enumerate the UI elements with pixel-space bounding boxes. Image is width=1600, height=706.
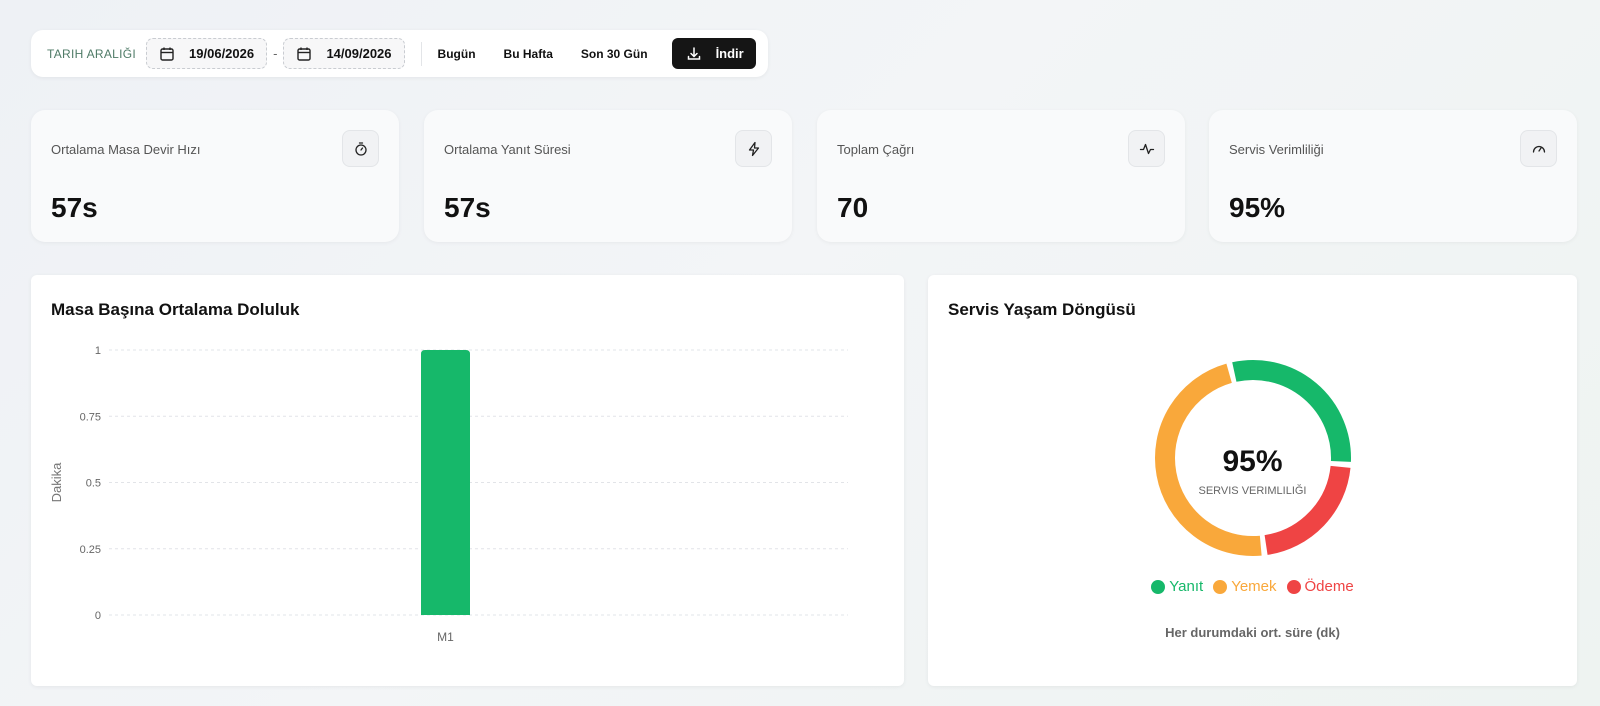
legend-swatch <box>1151 579 1166 594</box>
stat-label: Ortalama Yanıt Süresi <box>444 142 571 157</box>
download-icon <box>687 46 700 60</box>
legend-item[interactable]: Yemek <box>1213 578 1277 595</box>
stat-value: 57s <box>444 192 491 223</box>
stat-label: Toplam Çağrı <box>837 142 915 157</box>
toolbar-divider <box>420 41 422 66</box>
donut-legend: Yanıt Yemek Ödeme <box>928 578 1577 595</box>
lightning-icon <box>735 130 772 167</box>
lifecycle-chart-panel: Servis Yaşam Döngüsü 95% SERVIS VERIMLIL… <box>928 275 1577 686</box>
calendar-icon <box>297 47 312 61</box>
legend-label: Yemek <box>1231 578 1277 595</box>
date-range-label: TARIH ARALIĞI <box>47 46 137 61</box>
x-tick-label: M1 <box>437 630 454 644</box>
stat-card-total-calls: Toplam Çağrı 70 <box>817 110 1185 242</box>
legend-label: Yanıt <box>1169 578 1204 595</box>
legend-item[interactable]: Ödeme <box>1286 578 1354 595</box>
stat-card-response-time: Ortalama Yanıt Süresi 57s <box>424 110 792 242</box>
quick-range-last-30-days[interactable]: Son 30 Gün <box>581 47 648 61</box>
stat-value: 95% <box>1229 192 1286 223</box>
donut-center-label: SERVIS VERIMLILIĞI <box>1198 485 1307 497</box>
start-date-value: 19/06/2026 <box>189 46 255 61</box>
stat-card-table-turnover: Ortalama Masa Devir Hızı 57s <box>31 110 399 242</box>
stat-value: 70 <box>837 192 869 223</box>
donut-center-value: 95% <box>1222 445 1283 478</box>
y-tick-label: 0.25 <box>80 544 101 556</box>
date-separator: - <box>273 46 278 61</box>
stat-label: Servis Verimliliği <box>1229 142 1324 157</box>
stat-label: Ortalama Masa Devir Hızı <box>51 142 201 157</box>
legend-swatch <box>1213 579 1228 594</box>
gauge-icon <box>1520 130 1557 167</box>
y-axis-label: Dakika <box>49 462 64 503</box>
quick-range-this-week[interactable]: Bu Hafta <box>504 47 553 61</box>
download-button[interactable]: İndir <box>671 38 756 69</box>
donut-footnote: Her durumdaki ort. süre (dk) <box>1165 625 1340 640</box>
stopwatch-icon <box>342 130 379 167</box>
occupancy-bar-chart: 0 0.25 0.5 0.75 1 Dakika M1 <box>49 345 848 644</box>
end-date-value: 14/09/2026 <box>326 46 392 61</box>
y-tick-label: 1 <box>95 345 101 357</box>
activity-icon <box>1128 130 1165 167</box>
end-date-picker[interactable]: 14/09/2026 <box>283 38 405 69</box>
y-tick-label: 0.75 <box>80 411 101 423</box>
bar-m1 <box>421 350 470 615</box>
start-date-picker[interactable]: 19/06/2026 <box>146 38 268 69</box>
date-range-toolbar: TARIH ARALIĞI 19/06/2026 - 14/09/2026 Bu… <box>31 30 768 77</box>
download-label: İndir <box>715 46 744 61</box>
legend-swatch <box>1286 579 1301 594</box>
y-tick-label: 0 <box>95 610 101 622</box>
stat-value: 57s <box>51 192 98 223</box>
quick-range-today[interactable]: Bugün <box>438 47 476 61</box>
y-tick-label: 0.5 <box>86 478 101 490</box>
calendar-icon <box>160 47 174 61</box>
stat-card-service-efficiency: Servis Verimliliği 95% <box>1209 110 1577 242</box>
occupancy-chart-panel: Masa Başına Ortalama Doluluk 0 0.25 0.5 0.7… <box>31 275 904 686</box>
legend-item[interactable]: Yanıt <box>1151 578 1203 595</box>
legend-label: Ödeme <box>1304 578 1354 595</box>
